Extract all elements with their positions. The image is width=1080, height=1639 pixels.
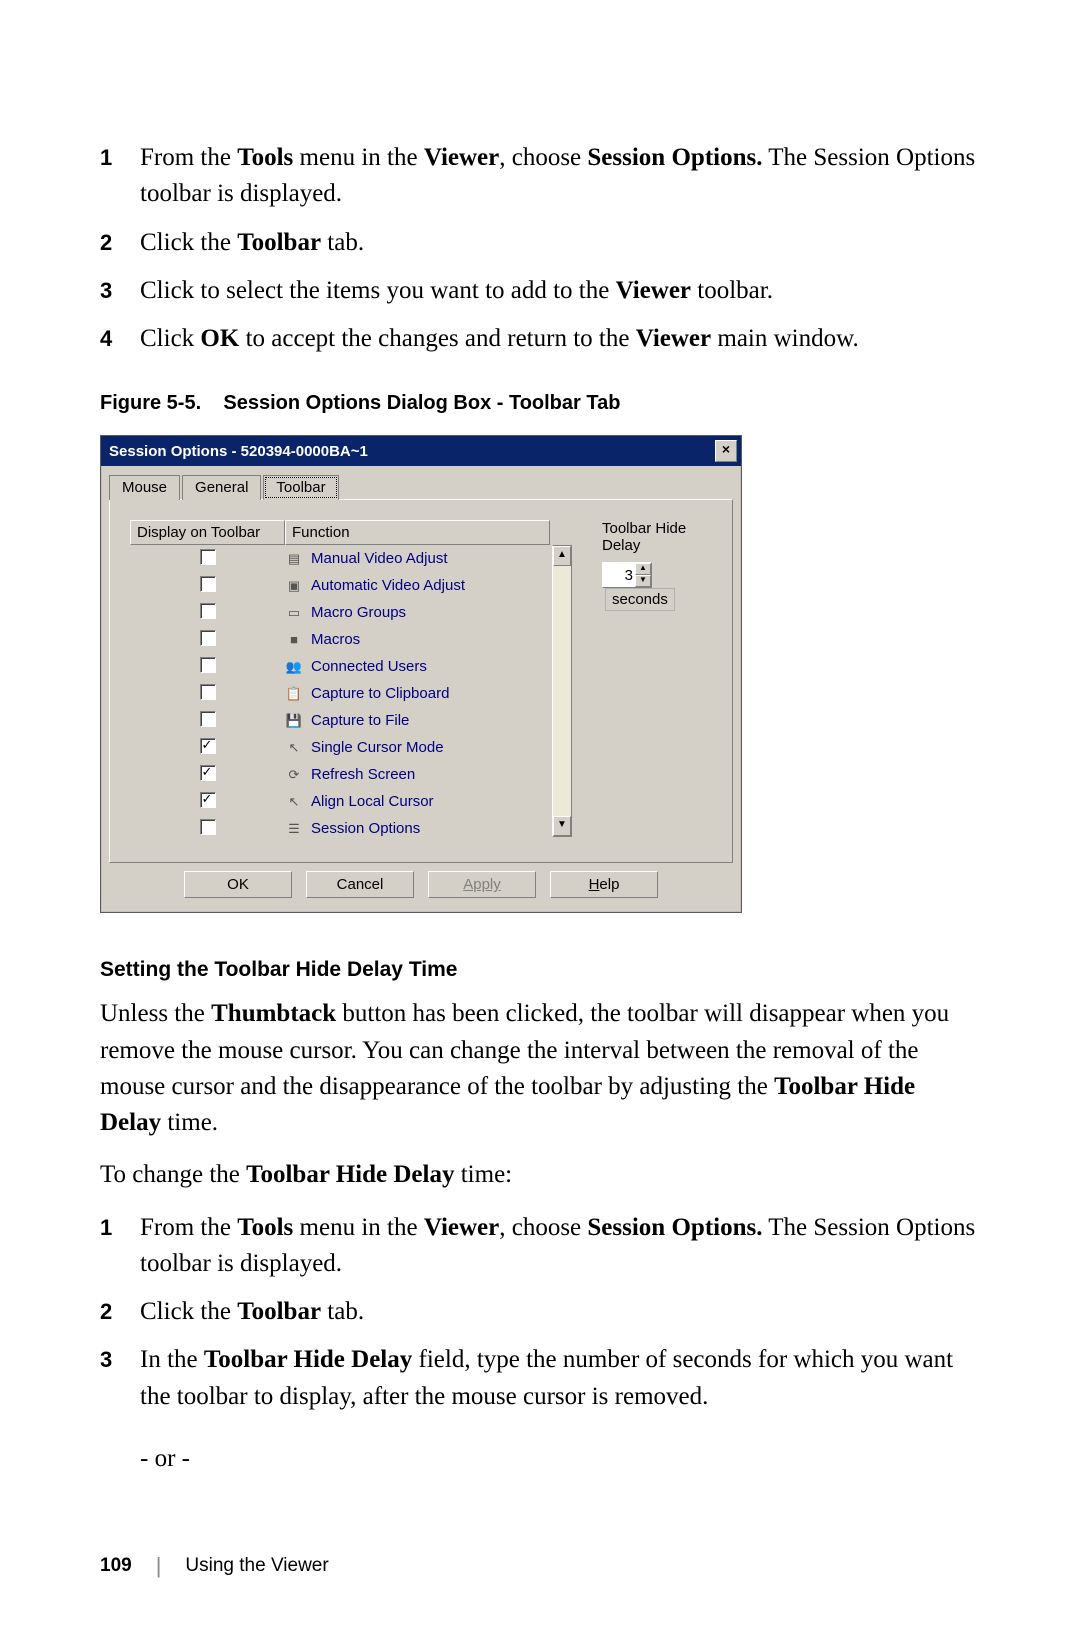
paragraph: To change the Toolbar Hide Delay time:: [100, 1157, 980, 1193]
dialog-title: Session Options - 520394-0000BA~1: [109, 443, 368, 460]
function-label: Connected Users: [311, 658, 427, 675]
figure-label: Figure 5-5.: [100, 392, 201, 414]
hide-delay-spinner[interactable]: ▲ ▼: [602, 562, 652, 588]
manual-video-adjust-icon: ▤: [285, 550, 303, 568]
toolbar-item-row: ▤ Manual Video Adjust: [130, 545, 550, 572]
toolbar-item-row: ▭ Macro Groups: [130, 599, 550, 626]
step-number: 2: [100, 225, 140, 261]
figure-caption: Figure 5-5. Session Options Dialog Box -…: [100, 392, 980, 415]
display-on-toolbar-checkbox[interactable]: [200, 792, 216, 808]
tab-general[interactable]: General: [182, 475, 261, 500]
page-number: 109: [100, 1555, 132, 1577]
close-button[interactable]: ×: [715, 440, 737, 462]
macros-icon: ■: [285, 631, 303, 649]
step-number: 3: [100, 273, 140, 309]
toolbar-item-row: 📋 Capture to Clipboard: [130, 680, 550, 707]
toolbar-item-row: 💾 Capture to File: [130, 707, 550, 734]
session-options-dialog: Session Options - 520394-0000BA~1 × Mous…: [100, 435, 742, 913]
seconds-label: seconds: [605, 588, 675, 611]
step-text: Click the Toolbar tab.: [140, 1294, 980, 1330]
macro-groups-icon: ▭: [285, 604, 303, 622]
step-number: 4: [100, 321, 140, 357]
scroll-up-icon[interactable]: ▲: [553, 546, 571, 566]
step-item: 2Click the Toolbar tab.: [100, 225, 980, 261]
display-on-toolbar-checkbox[interactable]: [200, 819, 216, 835]
spinner-down-icon[interactable]: ▼: [635, 575, 651, 587]
step-text: From the Tools menu in the Viewer, choos…: [140, 140, 980, 213]
footer-section: Using the Viewer: [185, 1555, 328, 1577]
function-label: Capture to Clipboard: [311, 685, 449, 702]
spinner-up-icon[interactable]: ▲: [635, 563, 651, 575]
function-label: Align Local Cursor: [311, 793, 434, 810]
step-item: 1From the Tools menu in the Viewer, choo…: [100, 1210, 980, 1283]
refresh-screen-icon: ⟳: [285, 766, 303, 784]
toolbar-item-row: ■ Macros: [130, 626, 550, 653]
paragraph: Unless the Thumbtack button has been cli…: [100, 996, 980, 1141]
display-on-toolbar-checkbox[interactable]: [200, 684, 216, 700]
step-text: In the Toolbar Hide Delay field, type th…: [140, 1342, 980, 1415]
toolbar-item-row: ↖ Single Cursor Mode: [130, 734, 550, 761]
ok-button[interactable]: OK: [184, 871, 292, 898]
apply-button[interactable]: Apply: [428, 871, 536, 898]
function-label: Manual Video Adjust: [311, 550, 448, 567]
step-item: 4Click OK to accept the changes and retu…: [100, 321, 980, 357]
align-local-cursor-icon: ↖: [285, 793, 303, 811]
display-on-toolbar-checkbox[interactable]: [200, 603, 216, 619]
help-button[interactable]: Help: [550, 871, 658, 898]
toolbar-item-row: ☰ Session Options: [130, 815, 550, 842]
connected-users-icon: 👥: [285, 658, 303, 676]
function-label: Single Cursor Mode: [311, 739, 444, 756]
scrollbar[interactable]: ▲ ▼: [552, 545, 572, 837]
tab-mouse[interactable]: Mouse: [109, 475, 180, 500]
display-on-toolbar-checkbox[interactable]: [200, 576, 216, 592]
figure-title: Session Options Dialog Box - Toolbar Tab: [223, 392, 620, 414]
function-label: Automatic Video Adjust: [311, 577, 465, 594]
display-on-toolbar-checkbox[interactable]: [200, 711, 216, 727]
capture-file-icon: 💾: [285, 712, 303, 730]
toolbar-item-row: ⟳ Refresh Screen: [130, 761, 550, 788]
display-on-toolbar-checkbox[interactable]: [200, 549, 216, 565]
display-on-toolbar-checkbox[interactable]: [200, 765, 216, 781]
scroll-down-icon[interactable]: ▼: [553, 816, 571, 836]
step-text: Click to select the items you want to ad…: [140, 273, 980, 309]
capture-clipboard-icon: 📋: [285, 685, 303, 703]
step-number: 3: [100, 1342, 140, 1415]
toolbar-item-row: 👥 Connected Users: [130, 653, 550, 680]
function-label: Macro Groups: [311, 604, 406, 621]
display-on-toolbar-checkbox[interactable]: [200, 738, 216, 754]
function-label: Refresh Screen: [311, 766, 415, 783]
single-cursor-mode-icon: ↖: [285, 739, 303, 757]
or-separator: - or -: [140, 1445, 980, 1473]
step-item: 2Click the Toolbar tab.: [100, 1294, 980, 1330]
session-options-icon: ☰: [285, 820, 303, 838]
col-header-function: Function: [285, 520, 550, 545]
section-heading: Setting the Toolbar Hide Delay Time: [100, 958, 980, 982]
page-footer: 109 | Using the Viewer: [100, 1553, 980, 1579]
step-number: 1: [100, 1210, 140, 1283]
dialog-titlebar: Session Options - 520394-0000BA~1 ×: [101, 436, 741, 466]
display-on-toolbar-checkbox[interactable]: [200, 657, 216, 673]
footer-separator-icon: |: [156, 1553, 162, 1579]
hide-delay-input[interactable]: [603, 565, 635, 586]
toolbar-hide-delay-label: Toolbar Hide Delay: [602, 520, 712, 554]
step-item: 1From the Tools menu in the Viewer, choo…: [100, 140, 980, 213]
function-label: Capture to File: [311, 712, 409, 729]
automatic-video-adjust-icon: ▣: [285, 577, 303, 595]
toolbar-item-row: ↖ Align Local Cursor: [130, 788, 550, 815]
cancel-button[interactable]: Cancel: [306, 871, 414, 898]
col-header-display: Display on Toolbar: [130, 520, 285, 545]
tab-toolbar[interactable]: Toolbar: [263, 475, 338, 500]
toolbar-item-row: ▣ Automatic Video Adjust: [130, 572, 550, 599]
step-text: From the Tools menu in the Viewer, choos…: [140, 1210, 980, 1283]
step-text: Click the Toolbar tab.: [140, 225, 980, 261]
function-label: Session Options: [311, 820, 420, 837]
step-item: 3Click to select the items you want to a…: [100, 273, 980, 309]
step-number: 2: [100, 1294, 140, 1330]
step-text: Click OK to accept the changes and retur…: [140, 321, 980, 357]
display-on-toolbar-checkbox[interactable]: [200, 630, 216, 646]
step-number: 1: [100, 140, 140, 213]
step-item: 3In the Toolbar Hide Delay field, type t…: [100, 1342, 980, 1415]
function-label: Macros: [311, 631, 360, 648]
